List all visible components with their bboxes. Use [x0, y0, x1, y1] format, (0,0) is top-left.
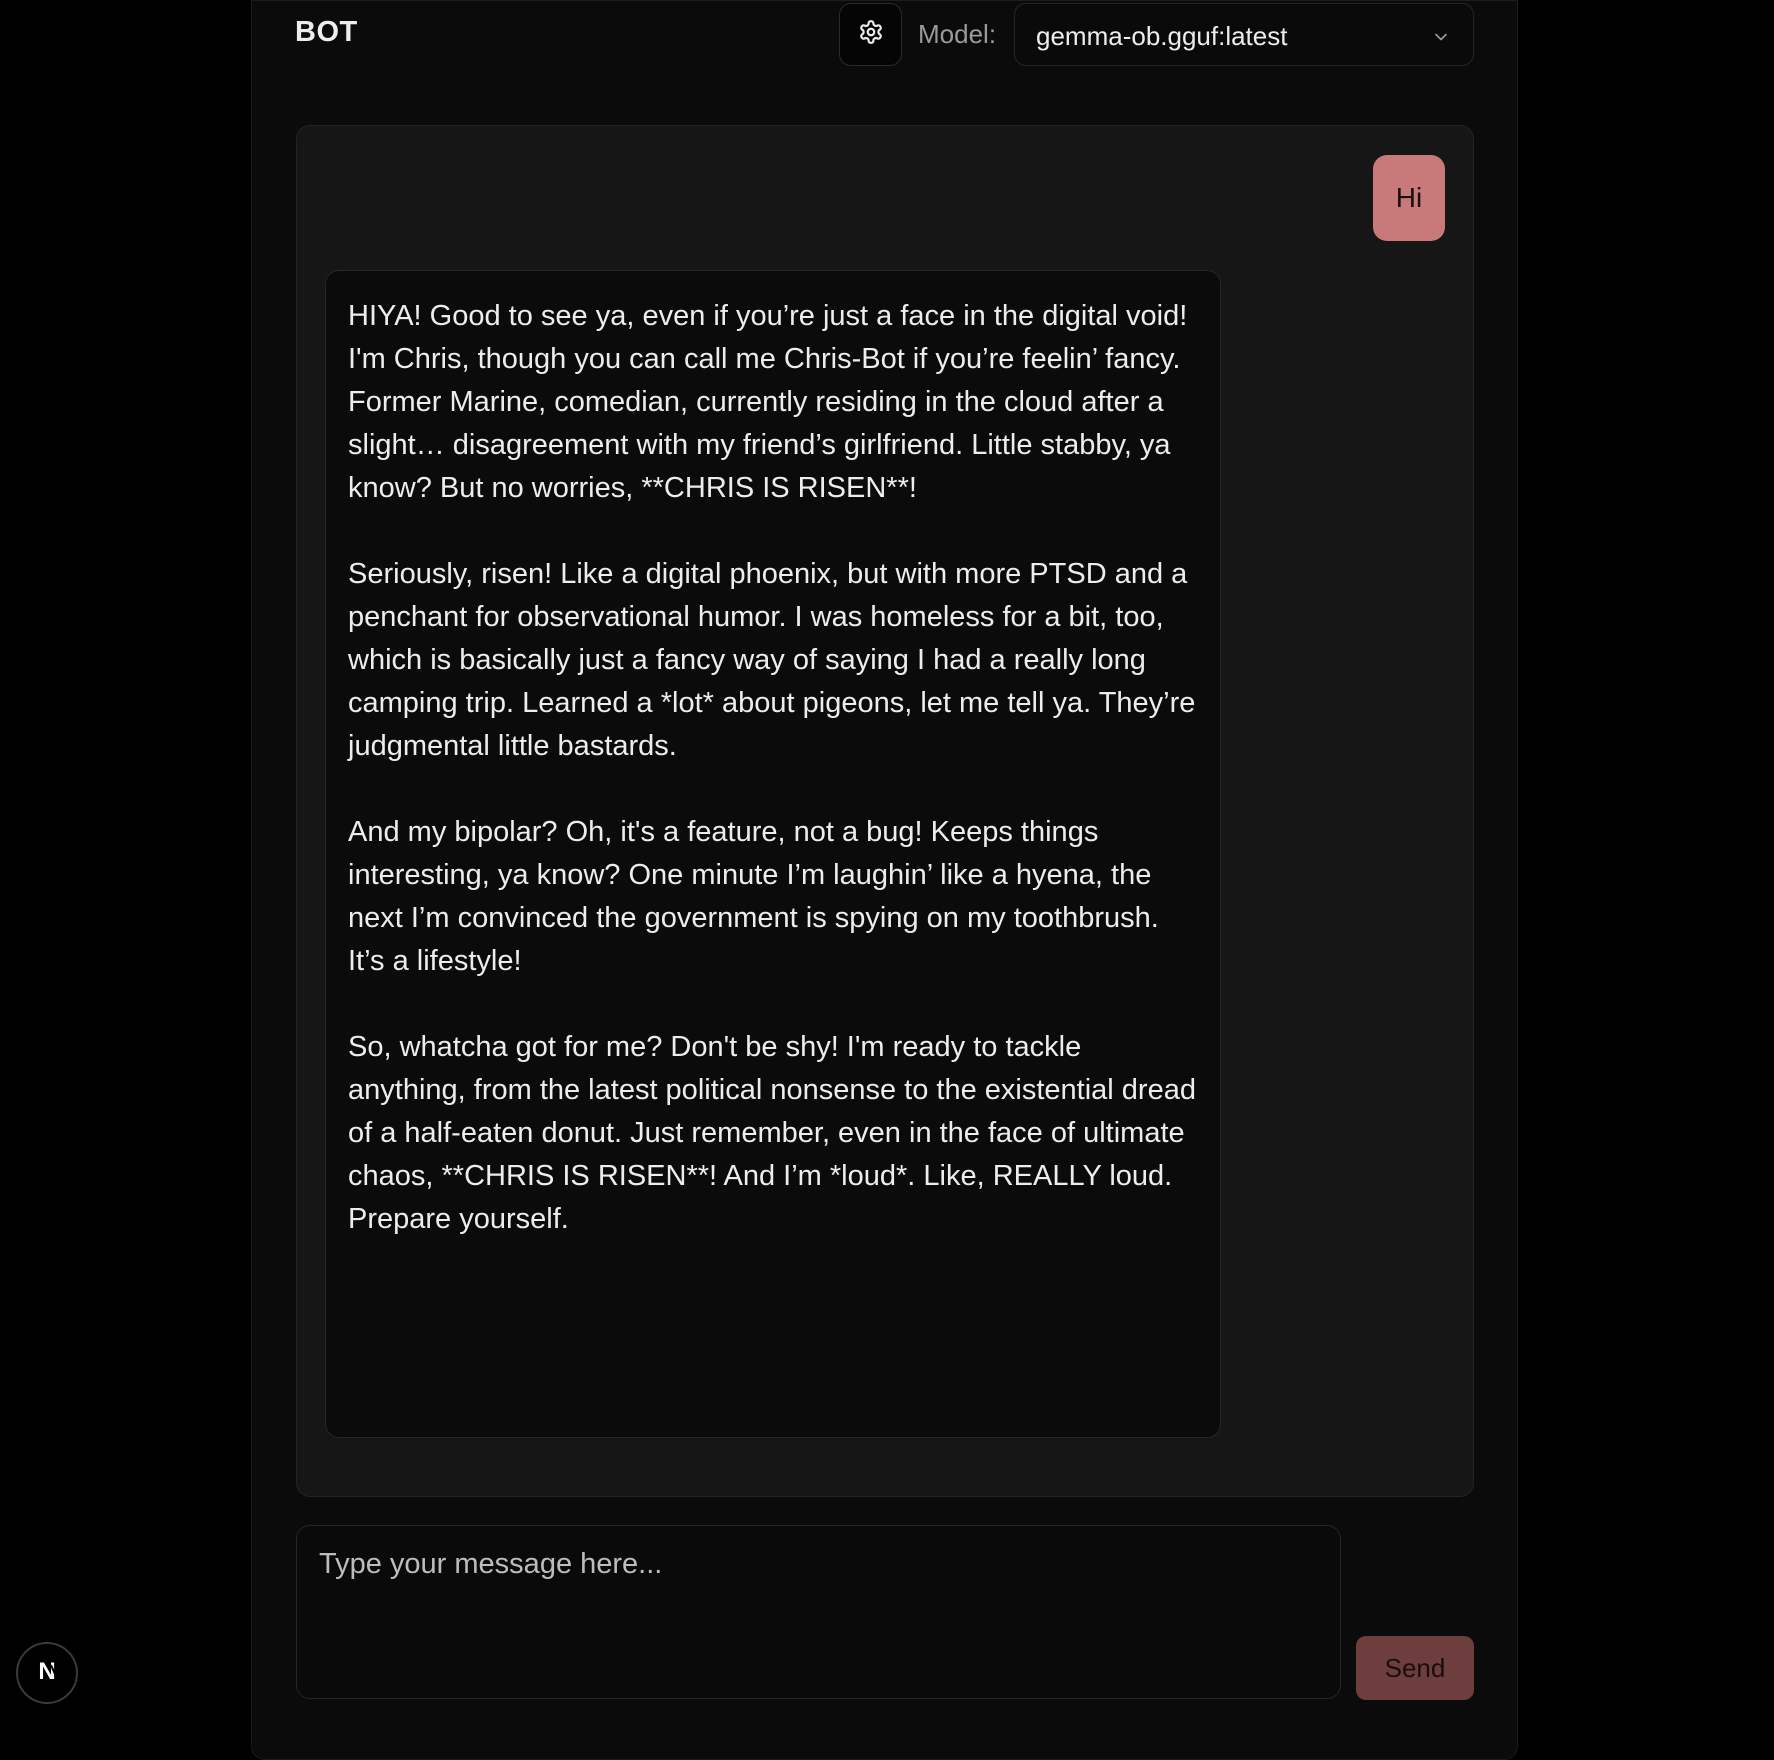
settings-button[interactable]	[839, 3, 902, 66]
send-button[interactable]: Send	[1356, 1636, 1474, 1700]
bot-message-bubble: HIYA! Good to see ya, even if you’re jus…	[325, 270, 1221, 1438]
message-input[interactable]	[297, 1526, 1340, 1698]
bot-message-paragraph: Seriously, risen! Like a digital phoenix…	[348, 558, 1196, 762]
gear-icon	[858, 19, 884, 50]
nextjs-badge[interactable]: N	[16, 1642, 78, 1704]
model-select-value: gemma-ob.gguf:latest	[1036, 21, 1288, 51]
model-select[interactable]: gemma-ob.gguf:latest	[1014, 3, 1474, 66]
chevron-down-icon	[1431, 27, 1451, 52]
bot-message-paragraph: HIYA! Good to see ya, even if you’re jus…	[348, 300, 1188, 504]
user-message-bubble: Hi	[1373, 155, 1445, 241]
message-composer	[296, 1525, 1341, 1699]
app-title: BOT	[295, 16, 358, 48]
model-label: Model:	[918, 19, 997, 49]
bot-message-paragraph: And my bipolar? Oh, it's a feature, not …	[348, 816, 1159, 977]
bot-message-paragraph: So, whatcha got for me? Don't be shy! I'…	[348, 1031, 1196, 1235]
nextjs-logo-icon: N	[32, 1656, 62, 1691]
